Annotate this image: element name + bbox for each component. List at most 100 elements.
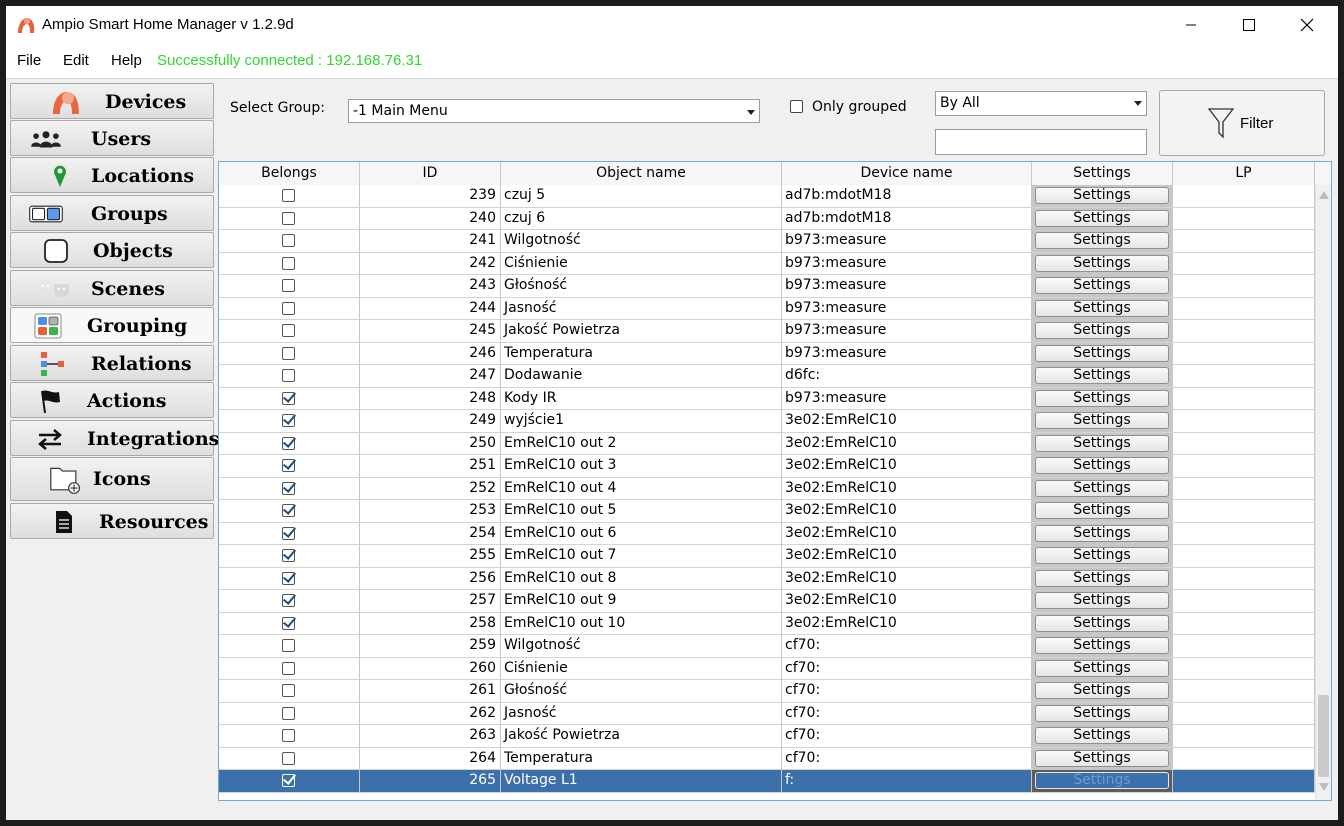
belongs-checkbox[interactable] bbox=[282, 774, 295, 787]
settings-button[interactable]: Settings bbox=[1035, 254, 1169, 272]
settings-button[interactable]: Settings bbox=[1035, 637, 1169, 654]
settings-button[interactable]: Settings bbox=[1035, 682, 1169, 699]
only-grouped-checkbox[interactable] bbox=[790, 100, 803, 113]
table-row[interactable]: 257 EmRelC10 out 9 3e02:EmRelC10 Settings bbox=[219, 590, 1315, 613]
settings-button[interactable]: Settings bbox=[1035, 434, 1169, 452]
settings-button[interactable]: Settings bbox=[1035, 614, 1169, 632]
settings-button[interactable]: Settings bbox=[1035, 277, 1169, 294]
table-row[interactable]: 244 Jasność b973:measure Settings bbox=[219, 297, 1315, 320]
vertical-scrollbar[interactable] bbox=[1315, 185, 1331, 800]
settings-button[interactable]: Settings bbox=[1035, 187, 1169, 204]
object-name-cell[interactable]: EmRelC10 out 8 bbox=[501, 567, 782, 590]
filter-button[interactable]: Filter bbox=[1159, 90, 1325, 156]
settings-button[interactable]: Settings bbox=[1035, 524, 1169, 542]
object-name-cell[interactable]: EmRelC10 out 7 bbox=[501, 545, 782, 567]
sidebar-item-icons[interactable]: Icons bbox=[10, 457, 214, 501]
table-row[interactable]: 248 Kody IR b973:measure Settings bbox=[219, 387, 1315, 410]
settings-button[interactable]: Settings bbox=[1035, 727, 1169, 744]
table-row[interactable]: 258 EmRelC10 out 10 3e02:EmRelC10 Settings bbox=[219, 612, 1315, 635]
object-name-cell[interactable]: Głośność bbox=[501, 680, 782, 702]
table-row[interactable]: 256 EmRelC10 out 8 3e02:EmRelC10 Settings bbox=[219, 567, 1315, 590]
belongs-checkbox[interactable] bbox=[282, 706, 295, 720]
object-name-cell[interactable]: Jasność bbox=[501, 702, 782, 725]
object-name-cell[interactable]: Wilgotność bbox=[501, 230, 782, 252]
belongs-checkbox[interactable] bbox=[282, 751, 295, 765]
belongs-checkbox[interactable] bbox=[282, 481, 295, 495]
belongs-checkbox[interactable] bbox=[282, 391, 295, 405]
settings-button[interactable]: Settings bbox=[1035, 547, 1169, 564]
table-row[interactable]: 264 Temperatura cf70: Settings bbox=[219, 747, 1315, 770]
table-row[interactable]: 239 czuj 5 ad7b:mdotM18 Settings bbox=[219, 185, 1315, 208]
maximize-button[interactable] bbox=[1220, 6, 1278, 44]
object-name-cell[interactable]: Głośność bbox=[501, 275, 782, 297]
settings-button[interactable]: Settings bbox=[1035, 772, 1169, 789]
sidebar-item-groups[interactable]: Groups bbox=[10, 195, 214, 231]
settings-button[interactable]: Settings bbox=[1035, 389, 1169, 407]
object-name-cell[interactable]: Ciśnienie bbox=[501, 657, 782, 680]
object-name-cell[interactable]: EmRelC10 out 5 bbox=[501, 500, 782, 522]
object-name-cell[interactable]: Kody IR bbox=[501, 387, 782, 410]
table-row[interactable]: 241 Wilgotność b973:measure Settings bbox=[219, 230, 1315, 253]
belongs-checkbox[interactable] bbox=[282, 211, 295, 225]
sidebar-item-scenes[interactable]: Scenes bbox=[10, 270, 214, 306]
column-header-belongs[interactable]: Belongs bbox=[219, 162, 360, 185]
settings-button[interactable]: Settings bbox=[1035, 704, 1169, 722]
table-row[interactable]: 263 Jakość Powietrza cf70: Settings bbox=[219, 725, 1315, 748]
settings-button[interactable]: Settings bbox=[1035, 209, 1169, 227]
belongs-checkbox[interactable] bbox=[282, 256, 295, 270]
belongs-checkbox[interactable] bbox=[282, 571, 295, 585]
settings-button[interactable]: Settings bbox=[1035, 592, 1169, 609]
table-row[interactable]: 261 Głośność cf70: Settings bbox=[219, 680, 1315, 703]
object-name-cell[interactable]: Wilgotność bbox=[501, 635, 782, 657]
settings-button[interactable]: Settings bbox=[1035, 367, 1169, 384]
object-name-cell[interactable]: Jakość Powietrza bbox=[501, 320, 782, 342]
scrollbar-thumb[interactable] bbox=[1318, 695, 1329, 777]
scroll-up-icon[interactable] bbox=[1319, 191, 1329, 199]
belongs-checkbox[interactable] bbox=[282, 324, 295, 337]
settings-button[interactable]: Settings bbox=[1035, 502, 1169, 519]
belongs-checkbox[interactable] bbox=[282, 369, 295, 382]
object-name-cell[interactable]: Temperatura bbox=[501, 747, 782, 770]
belongs-checkbox[interactable] bbox=[282, 616, 295, 630]
object-name-cell[interactable]: czuj 6 bbox=[501, 207, 782, 230]
table-row[interactable]: 250 EmRelC10 out 2 3e02:EmRelC10 Settings bbox=[219, 432, 1315, 455]
sidebar-item-actions[interactable]: Actions bbox=[10, 382, 214, 418]
belongs-checkbox[interactable] bbox=[282, 279, 295, 292]
table-row[interactable]: 259 Wilgotność cf70: Settings bbox=[219, 635, 1315, 658]
scroll-down-icon[interactable] bbox=[1319, 783, 1329, 791]
table-row[interactable]: 254 EmRelC10 out 6 3e02:EmRelC10 Settings bbox=[219, 522, 1315, 545]
table-row[interactable]: 246 Temperatura b973:measure Settings bbox=[219, 342, 1315, 365]
belongs-checkbox[interactable] bbox=[282, 684, 295, 697]
sidebar-item-devices[interactable]: Devices bbox=[10, 83, 214, 119]
table-row[interactable]: 245 Jakość Powietrza b973:measure Settings bbox=[219, 320, 1315, 343]
column-header-settings[interactable]: Settings bbox=[1032, 162, 1173, 185]
column-header-device-name[interactable]: Device name bbox=[782, 162, 1032, 185]
settings-button[interactable]: Settings bbox=[1035, 344, 1169, 362]
settings-button[interactable]: Settings bbox=[1035, 569, 1169, 587]
table-row[interactable]: 253 EmRelC10 out 5 3e02:EmRelC10 Settings bbox=[219, 500, 1315, 523]
object-name-cell[interactable]: EmRelC10 out 6 bbox=[501, 522, 782, 545]
belongs-checkbox[interactable] bbox=[282, 729, 295, 742]
table-row[interactable]: 260 Ciśnienie cf70: Settings bbox=[219, 657, 1315, 680]
table-row[interactable]: 240 czuj 6 ad7b:mdotM18 Settings bbox=[219, 207, 1315, 230]
settings-button[interactable]: Settings bbox=[1035, 412, 1169, 429]
object-name-cell[interactable]: Dodawanie bbox=[501, 365, 782, 387]
sidebar-item-integrations[interactable]: Integrations bbox=[10, 420, 219, 456]
belongs-checkbox[interactable] bbox=[282, 459, 295, 472]
object-name-cell[interactable]: EmRelC10 out 2 bbox=[501, 432, 782, 455]
belongs-checkbox[interactable] bbox=[282, 301, 295, 315]
sidebar-item-relations[interactable]: Relations bbox=[10, 345, 214, 381]
sidebar-item-grouping[interactable]: Grouping bbox=[10, 307, 214, 343]
settings-button[interactable]: Settings bbox=[1035, 232, 1169, 249]
column-header-object-name[interactable]: Object name bbox=[501, 162, 782, 185]
filter-field-select[interactable]: By All bbox=[935, 91, 1147, 116]
sidebar-item-objects[interactable]: Objects bbox=[10, 232, 214, 268]
sidebar-item-users[interactable]: Users bbox=[10, 120, 214, 156]
settings-button[interactable]: Settings bbox=[1035, 749, 1169, 767]
belongs-checkbox[interactable] bbox=[282, 234, 295, 247]
settings-button[interactable]: Settings bbox=[1035, 457, 1169, 474]
belongs-checkbox[interactable] bbox=[282, 639, 295, 652]
belongs-checkbox[interactable] bbox=[282, 414, 295, 427]
table-row[interactable]: 252 EmRelC10 out 4 3e02:EmRelC10 Settings bbox=[219, 477, 1315, 500]
table-row[interactable]: 243 Głośność b973:measure Settings bbox=[219, 275, 1315, 298]
